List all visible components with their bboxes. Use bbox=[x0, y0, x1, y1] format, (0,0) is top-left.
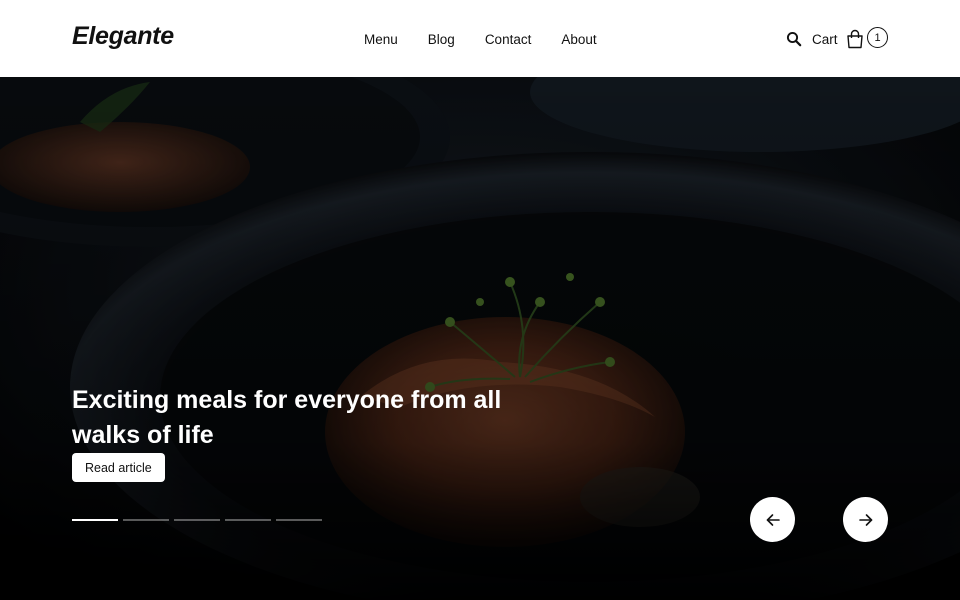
cart-label: Cart bbox=[812, 31, 838, 47]
slide-indicator-4[interactable] bbox=[225, 519, 271, 521]
cart-count-badge: 1 bbox=[867, 27, 888, 48]
prev-slide-button[interactable] bbox=[750, 497, 795, 542]
arrow-right-icon bbox=[858, 513, 872, 526]
hero-slider: Exciting meals for everyone from all wal… bbox=[0, 77, 960, 600]
nav-link-blog[interactable]: Blog bbox=[428, 32, 455, 47]
slide-indicator-2[interactable] bbox=[123, 519, 169, 521]
hero-headline: Exciting meals for everyone from all wal… bbox=[72, 386, 502, 449]
slide-indicator-3[interactable] bbox=[174, 519, 220, 521]
slide-indicators bbox=[72, 519, 327, 521]
search-icon[interactable] bbox=[786, 31, 802, 47]
hero-image bbox=[0, 77, 960, 600]
nav-link-contact[interactable]: Contact bbox=[485, 32, 532, 47]
next-slide-button[interactable] bbox=[843, 497, 888, 542]
slide-indicator-5[interactable] bbox=[276, 519, 322, 521]
shopping-bag-icon bbox=[846, 29, 864, 49]
nav-link-about[interactable]: About bbox=[561, 32, 596, 47]
site-header: Elegante Menu Blog Contact About Cart 1 bbox=[0, 0, 960, 77]
main-nav: Menu Blog Contact About bbox=[364, 32, 597, 47]
arrow-left-icon bbox=[766, 513, 780, 526]
nav-link-menu[interactable]: Menu bbox=[364, 32, 398, 47]
cart-button[interactable]: Cart 1 bbox=[812, 27, 888, 49]
logo[interactable]: Elegante bbox=[72, 22, 174, 51]
slide-indicator-1[interactable] bbox=[72, 519, 118, 521]
read-article-button[interactable]: Read article bbox=[72, 453, 165, 482]
